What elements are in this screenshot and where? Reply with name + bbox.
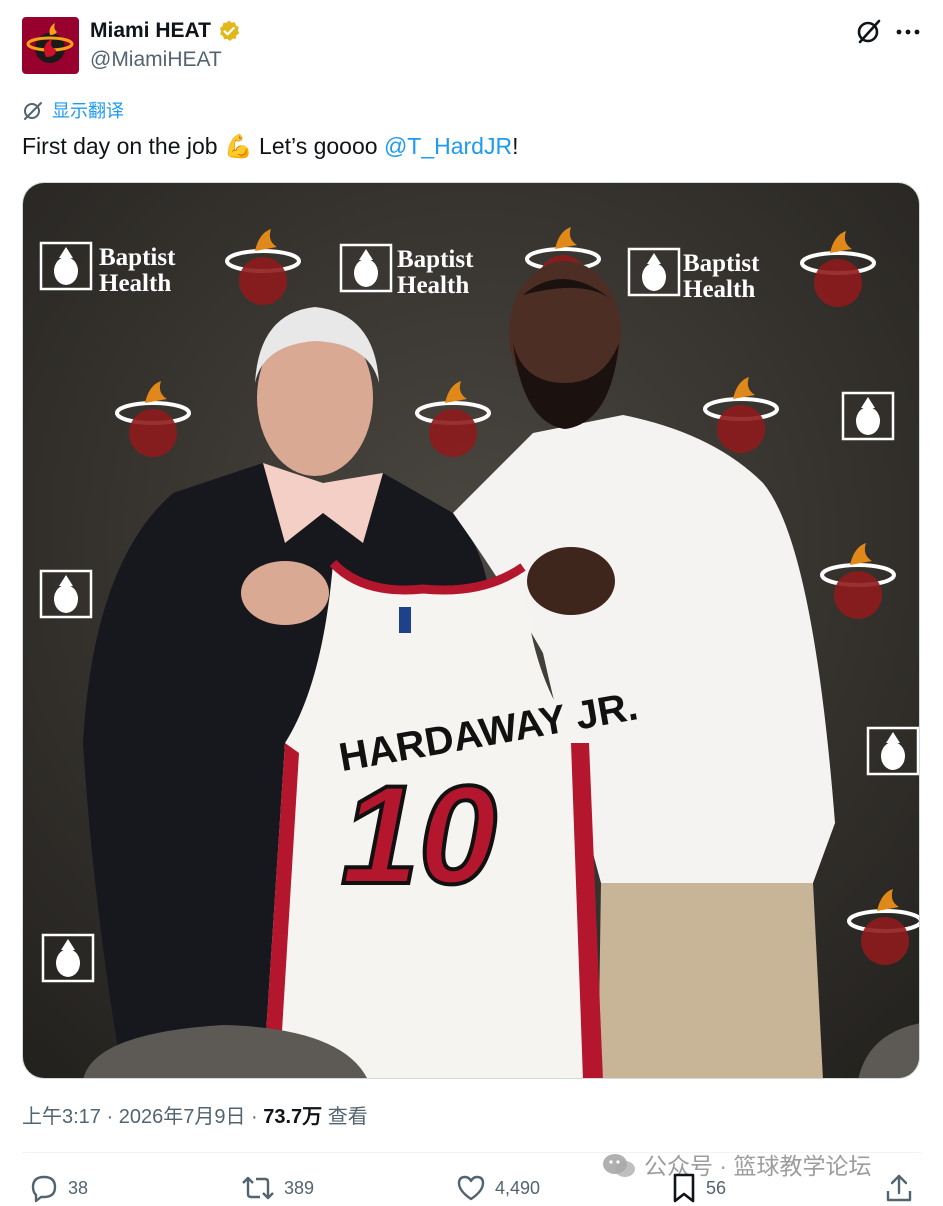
- svg-text:Baptist: Baptist: [683, 250, 760, 277]
- account-name[interactable]: Miami HEAT: [90, 17, 241, 45]
- svg-text:Baptist: Baptist: [397, 246, 474, 273]
- reply-button[interactable]: 38: [28, 1172, 88, 1204]
- bookmark-icon: [673, 1173, 695, 1203]
- meta-separator: ·: [100, 1106, 119, 1128]
- tweet-date[interactable]: 2026年7月9日: [119, 1102, 246, 1132]
- repost-button[interactable]: 389: [240, 1172, 314, 1204]
- meta-separator: ·: [245, 1106, 264, 1128]
- account-name-text: Miami HEAT: [90, 19, 211, 42]
- svg-text:Health: Health: [397, 272, 469, 299]
- bookmark-button[interactable]: 56: [670, 1172, 726, 1204]
- view-count: 73.7万: [263, 1106, 323, 1128]
- account-avatar[interactable]: [22, 17, 79, 74]
- flexed-biceps-emoji: 💪: [224, 133, 253, 159]
- tweet-photo[interactable]: Baptist Health Baptist Health Baptist He…: [22, 182, 920, 1079]
- jersey-number: 10: [341, 756, 497, 913]
- like-count: 4,490: [495, 1178, 541, 1198]
- heat-logo-icon: [26, 23, 74, 63]
- more-options-icon[interactable]: [895, 17, 921, 52]
- tweet-time[interactable]: 上午3:17: [22, 1102, 101, 1132]
- mention-link[interactable]: @T_HardJR: [384, 129, 512, 163]
- sponsor-text: Baptist: [99, 244, 176, 271]
- tweet-text-part-1: First day on the job: [22, 133, 224, 159]
- press-photo: Baptist Health Baptist Health Baptist He…: [23, 183, 919, 1078]
- grok-icon[interactable]: [855, 17, 883, 52]
- svg-text:Health: Health: [99, 270, 171, 297]
- tweet-text-part-3: !: [512, 133, 519, 159]
- verified-badge-icon: [219, 20, 240, 41]
- reply-icon: [31, 1175, 57, 1203]
- heart-icon: [457, 1175, 485, 1201]
- watermark: 公众号 · 篮球教学论坛: [602, 1150, 871, 1182]
- view-label: 查看: [327, 1106, 368, 1128]
- repost-icon: [242, 1176, 274, 1200]
- tweet-text-part-2: Let’s goooo: [252, 133, 384, 159]
- translate-icon: [24, 102, 42, 120]
- account-handle[interactable]: @MiamiHEAT: [90, 46, 222, 74]
- bookmark-count: 56: [706, 1178, 727, 1198]
- tweet-meta: 上午3:17 · 2026年7月9日 · 73.7万 查看: [22, 1102, 368, 1132]
- share-icon: [886, 1174, 912, 1202]
- repost-count: 389: [284, 1178, 315, 1198]
- reply-count: 38: [68, 1178, 89, 1198]
- show-translation-label: 显示翻译: [52, 101, 124, 121]
- show-translation-link[interactable]: 显示翻译: [22, 98, 124, 124]
- share-button[interactable]: [884, 1172, 914, 1204]
- svg-text:Health: Health: [683, 276, 755, 303]
- tweet-text: First day on the job 💪 Let’s goooo @T_Ha…: [22, 129, 518, 163]
- like-button[interactable]: 4,490: [455, 1172, 540, 1204]
- wechat-icon: [603, 1154, 635, 1177]
